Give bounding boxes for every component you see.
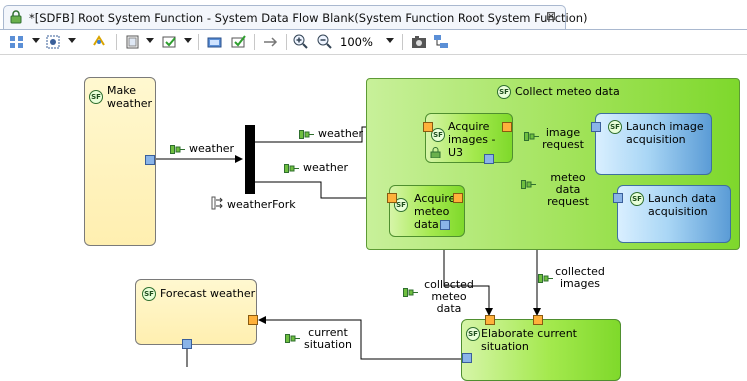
toolbar-separator	[286, 34, 287, 50]
exchange-label: image request	[542, 126, 584, 151]
exchange-item-icon	[521, 179, 536, 189]
output-port[interactable]	[613, 193, 623, 203]
output-port[interactable]	[145, 155, 155, 165]
input-port[interactable]	[502, 122, 512, 132]
function-label: Launch data acquisition	[648, 192, 717, 218]
function-label: Elaborate current situation	[481, 327, 577, 353]
toolbar-separator	[402, 34, 403, 50]
exchange-label: collected images	[555, 265, 605, 290]
input-port[interactable]	[533, 315, 543, 325]
output-port[interactable]	[440, 220, 450, 230]
input-port[interactable]	[485, 315, 495, 325]
output-port[interactable]	[591, 122, 601, 132]
exchange-item-icon	[403, 287, 418, 297]
chevron-down-icon[interactable]	[184, 38, 192, 43]
function-label: Forecast weather	[160, 287, 256, 300]
diagram-toolbar: 100%	[0, 30, 747, 54]
function-label: Acquire images - U3	[448, 120, 496, 159]
zoom-in-icon[interactable]	[292, 33, 310, 51]
exchange-label: collected meteo data	[424, 278, 474, 315]
lock-icon	[430, 147, 441, 159]
function-launch-data-acquisition[interactable]: SF Launch data acquisition	[617, 185, 731, 243]
hide-icon[interactable]	[262, 33, 280, 51]
refresh-icon[interactable]	[90, 33, 108, 51]
exchange-label: current situation	[304, 326, 352, 351]
system-function-icon: SF	[630, 192, 644, 206]
fork-bar[interactable]	[245, 125, 255, 194]
lock-diagram-icon	[9, 10, 23, 24]
camera-icon[interactable]	[410, 33, 428, 51]
diagram-props-icon[interactable]	[432, 33, 450, 51]
export-icon[interactable]	[206, 33, 224, 51]
zoom-level[interactable]: 100%	[340, 35, 373, 49]
fork-label: weatherFork	[227, 198, 296, 211]
fork-icon	[210, 196, 224, 210]
diagram-canvas[interactable]: SF Make weather weatherFork weather weat…	[0, 54, 747, 381]
output-port[interactable]	[484, 154, 494, 164]
toolbar-separator	[116, 34, 117, 50]
function-elaborate-current-situation[interactable]: SF Elaborate current situation	[461, 319, 621, 381]
toolbar-separator	[254, 34, 255, 50]
editor-tab[interactable]: *[SDFB] Root System Function - System Da…	[3, 5, 588, 30]
apply-icon[interactable]	[230, 33, 248, 51]
system-function-icon: SF	[431, 128, 445, 142]
function-forecast-weather[interactable]: SF Forecast weather	[135, 279, 257, 345]
system-function-icon: SF	[497, 85, 511, 99]
chevron-down-icon[interactable]	[386, 38, 394, 43]
chevron-down-icon[interactable]	[32, 38, 40, 43]
editor-tab-bar: *[SDFB] Root System Function - System Da…	[0, 0, 747, 30]
exchange-item-icon	[285, 333, 300, 343]
system-function-icon: SF	[608, 120, 622, 134]
select-icon[interactable]	[8, 33, 30, 51]
exchange-label: weather	[318, 127, 364, 140]
close-icon[interactable]: ⊠	[546, 10, 558, 22]
exchange-item-icon	[524, 131, 539, 141]
output-port[interactable]	[182, 339, 192, 349]
layer-icon[interactable]	[124, 33, 142, 51]
system-function-icon: SF	[466, 327, 480, 341]
arrange-icon[interactable]	[44, 33, 66, 51]
zoom-out-icon[interactable]	[316, 33, 334, 51]
function-label: Make weather	[107, 84, 153, 110]
function-launch-image-acquisition[interactable]: SF Launch image acquisition	[595, 113, 712, 175]
exchange-item-icon	[538, 273, 553, 283]
input-port[interactable]	[387, 193, 397, 203]
editor-tab-title: *[SDFB] Root System Function - System Da…	[29, 11, 588, 25]
system-function-icon: SF	[89, 90, 103, 104]
system-function-icon: SF	[142, 287, 156, 301]
exchange-item-icon	[299, 129, 314, 139]
output-port[interactable]	[462, 353, 472, 363]
exchange-label: meteo data request	[547, 171, 589, 208]
exchange-label: weather	[303, 161, 349, 174]
exchange-item-icon	[284, 163, 299, 173]
filter-icon[interactable]	[160, 33, 180, 51]
exchange-item-icon	[170, 144, 185, 154]
chevron-down-icon[interactable]	[146, 38, 154, 43]
toolbar-separator	[198, 34, 199, 50]
exchange-label: weather	[189, 142, 235, 155]
input-port[interactable]	[248, 315, 258, 325]
function-label: Collect meteo data	[515, 85, 620, 98]
chevron-down-icon[interactable]	[68, 38, 76, 43]
function-acquire-images[interactable]: SF Acquire images - U3	[425, 113, 513, 163]
function-label: Launch image acquisition	[626, 120, 704, 146]
input-port[interactable]	[453, 193, 463, 203]
input-port[interactable]	[423, 122, 433, 132]
